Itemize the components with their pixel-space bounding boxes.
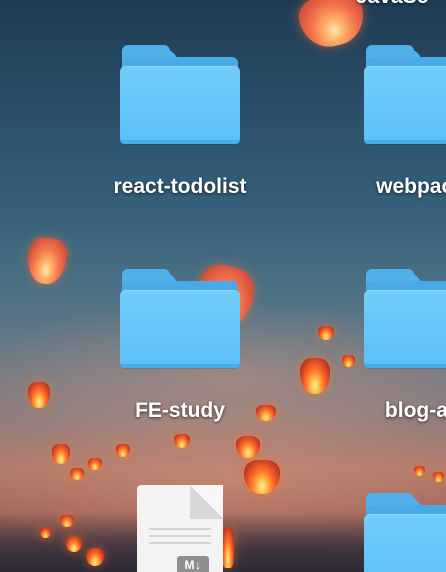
doc-line [149,542,211,544]
desktop-folder-unlabeled[interactable] [324,493,446,572]
desktop-folder-fe-study[interactable]: FE-study [80,269,280,423]
folder-label: blog-art [384,399,446,422]
folder-icon [364,269,446,369]
page-fold-icon [190,485,223,519]
doc-line [149,535,211,537]
folder-icon [364,493,446,572]
folder-label: webpack- [376,175,446,198]
desktop-folder-react-todolist[interactable]: react-todolist [80,45,280,199]
lantern [222,528,234,568]
folder-icon [364,45,446,145]
desktop-folder-webpack[interactable]: webpack- [324,45,446,199]
desktop[interactable]: JavaSc react-todolist webpack- FE-study … [0,0,446,572]
desktop-folder-blog-art[interactable]: blog-art [324,269,446,423]
doc-line [149,528,211,530]
lantern [24,235,70,287]
folder-icon [120,269,240,369]
folder-label: react-todolist [113,175,247,198]
folder-label: FE-study [135,399,225,422]
desktop-item-label-clipped: JavaSc [356,0,428,9]
folder-icon [120,45,240,145]
markdown-badge: M↓ [177,556,209,572]
